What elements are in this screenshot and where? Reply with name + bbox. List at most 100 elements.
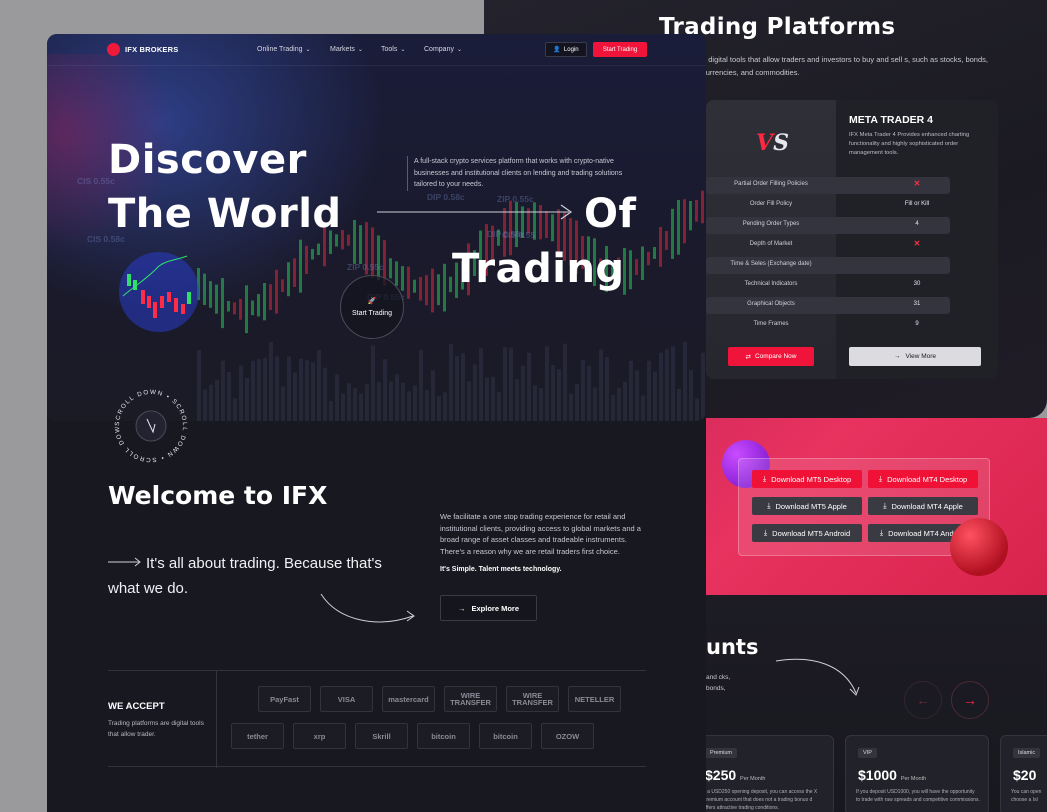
download-label: Download MT4 Apple	[891, 501, 963, 511]
background-candle	[701, 190, 704, 224]
curved-arrow-icon	[320, 593, 415, 623]
background-candle	[239, 299, 242, 320]
download-label: Download MT5 Desktop	[771, 474, 852, 484]
feature-value: 31	[913, 301, 921, 307]
start-trading-circle-label: Start Trading	[351, 310, 393, 317]
price-period: Per Month	[900, 776, 927, 782]
background-volume-bar	[557, 369, 561, 421]
download-button[interactable]: ⤓ Download MT5 Android	[752, 524, 862, 542]
login-label: Login	[563, 46, 579, 53]
account-price: $20	[1013, 767, 1036, 783]
background-volume-bar	[701, 352, 705, 421]
platforms-subtitle: e digital tools that allow traders and i…	[702, 55, 988, 77]
background-candle	[317, 243, 320, 256]
mini-candle	[127, 274, 131, 286]
background-candle	[425, 275, 428, 306]
account-card[interactable]: VIP $1000 Per Month If you deposit USD1000…	[845, 735, 989, 812]
background-volume-bar	[587, 365, 591, 421]
background-candle	[311, 248, 314, 260]
payment-method: OZOW	[541, 723, 594, 749]
mini-candle	[153, 302, 157, 318]
background-volume-bar	[287, 356, 291, 421]
download-icon: ⤓	[878, 474, 883, 483]
background-candle	[299, 239, 302, 293]
mini-candle	[181, 304, 185, 314]
background-candle	[353, 219, 356, 264]
nav-label: Tools	[381, 46, 398, 53]
background-volume-bar	[599, 349, 603, 421]
background-volume-bar	[455, 355, 459, 421]
background-volume-bar	[335, 374, 339, 421]
compare-now-button[interactable]: ⇄ Compare Now	[728, 347, 814, 366]
explore-more-button[interactable]: → Explore More	[440, 595, 537, 621]
brand-logo[interactable]: IFX BROKERS	[107, 43, 178, 56]
login-button[interactable]: 👤 Login	[545, 42, 587, 57]
nav-label: Company	[424, 46, 454, 53]
background-candle	[233, 302, 236, 315]
view-more-button[interactable]: → View More	[849, 347, 981, 366]
account-badge: Premium	[705, 748, 738, 758]
background-volume-bar	[617, 388, 621, 421]
vs-logo: VS	[756, 130, 789, 156]
user-icon: 👤	[553, 47, 561, 53]
nav-markets[interactable]: Markets ⌄	[330, 46, 363, 53]
background-volume-bar	[419, 350, 423, 421]
background-candle	[653, 247, 656, 259]
background-candle	[227, 300, 230, 312]
mini-candle	[187, 292, 191, 304]
background-volume-bar	[431, 370, 435, 421]
feature-value: 9	[915, 321, 919, 327]
prev-button[interactable]: ←	[904, 681, 942, 719]
download-button[interactable]: ⤓ Download MT5 Apple	[752, 497, 862, 515]
download-button[interactable]: ⤓ Download MT5 Desktop	[752, 470, 862, 488]
background-volume-bar	[485, 377, 489, 421]
price-value: $1000	[858, 767, 897, 783]
background-candle	[389, 258, 392, 279]
feature-label: Graphical Objects	[747, 301, 795, 307]
feature-label: Partial Order Filling Policies	[734, 181, 808, 187]
background-volume-bar	[695, 398, 699, 421]
background-volume-bar	[347, 383, 351, 421]
nav-company[interactable]: Company ⌄	[424, 46, 462, 53]
scroll-down-badge[interactable]: SCROLL DOWN • SCROLL DOWN • SCROLL DOWN …	[111, 386, 191, 466]
background-volume-bar	[533, 385, 537, 421]
ticker-text: DIP 0.58c	[427, 192, 465, 202]
background-candle	[419, 276, 422, 301]
mini-candle	[147, 296, 151, 308]
background-volume-bar	[581, 359, 585, 421]
swap-icon: ⇄	[745, 353, 751, 361]
next-button[interactable]: →	[951, 681, 989, 719]
background-candle	[269, 284, 272, 310]
nav-tools[interactable]: Tools ⌄	[381, 46, 405, 53]
account-card[interactable]: Islamic $20 You can open choose a Isl	[1000, 735, 1047, 812]
mini-candle	[141, 290, 145, 304]
feature-label: Depth of Market	[749, 241, 793, 247]
background-volume-bar	[341, 393, 345, 421]
background-volume-bar	[593, 387, 597, 421]
chevron-down-icon: ⌄	[456, 47, 462, 53]
background-candle	[689, 201, 692, 231]
payment-method: mastercard	[382, 686, 435, 712]
ticker-text: ZIP 0.55c	[347, 262, 384, 272]
background-volume-bar	[563, 343, 567, 421]
background-candle	[695, 199, 698, 222]
background-volume-bar	[521, 365, 525, 421]
background-candle	[683, 199, 686, 244]
start-trading-nav-button[interactable]: Start Trading	[593, 42, 647, 57]
background-candle	[671, 208, 674, 259]
we-accept-section: WE ACCEPT Trading platforms are digital …	[108, 670, 646, 768]
feature-value: 4	[915, 221, 919, 227]
feature-label: Order Fill Policy	[749, 201, 793, 207]
download-icon: ⤓	[763, 528, 768, 537]
download-button[interactable]: ⤓ Download MT4 Desktop	[868, 470, 978, 488]
background-volume-bar	[395, 374, 399, 421]
nav-online-trading[interactable]: Online Trading ⌄	[257, 46, 311, 53]
cross-icon: ✕	[913, 179, 921, 188]
payment-method: tether	[231, 723, 284, 749]
download-icon: ⤓	[762, 474, 767, 483]
start-trading-circle-button[interactable]: 🚀 Start Trading	[340, 275, 404, 339]
background-volume-bar	[629, 360, 633, 421]
download-button[interactable]: ⤓ Download MT4 Apple	[868, 497, 978, 515]
background-volume-bar	[683, 341, 687, 421]
background-volume-bar	[197, 350, 201, 421]
